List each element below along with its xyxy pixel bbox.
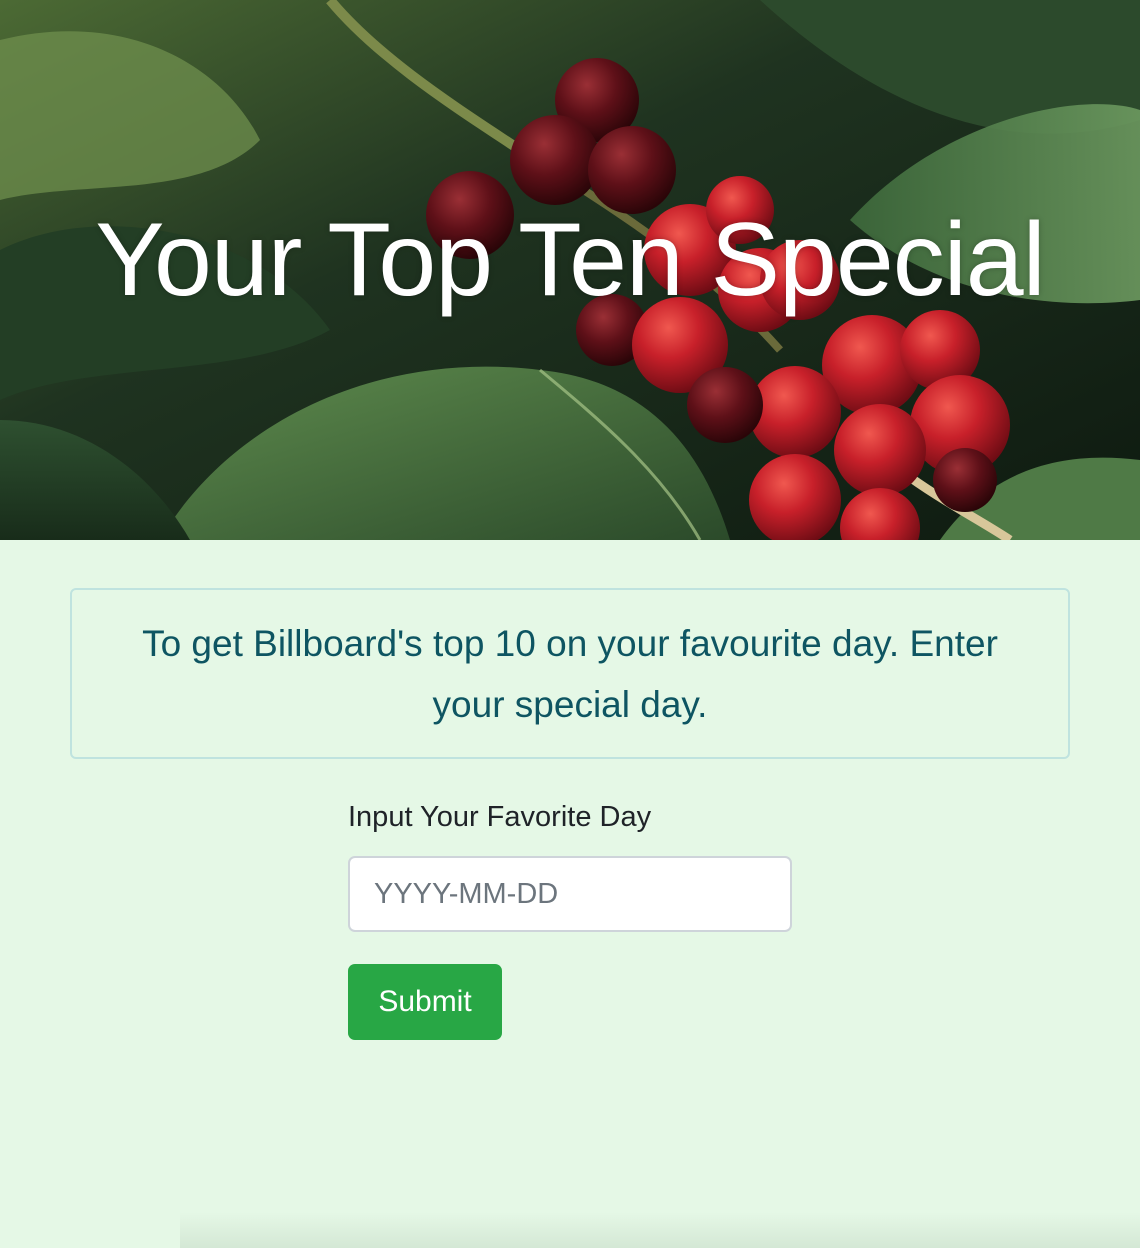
bottom-shadow <box>180 1212 1140 1248</box>
page-title: Your Top Ten Special <box>95 202 1046 318</box>
submit-button[interactable]: Submit <box>348 964 502 1040</box>
info-box: To get Billboard's top 10 on your favour… <box>70 588 1070 759</box>
favorite-day-input[interactable] <box>348 856 792 932</box>
info-text: To get Billboard's top 10 on your favour… <box>142 622 998 725</box>
favorite-day-label: Input Your Favorite Day <box>348 801 652 833</box>
hero-banner: Your Top Ten Special <box>0 0 1140 540</box>
